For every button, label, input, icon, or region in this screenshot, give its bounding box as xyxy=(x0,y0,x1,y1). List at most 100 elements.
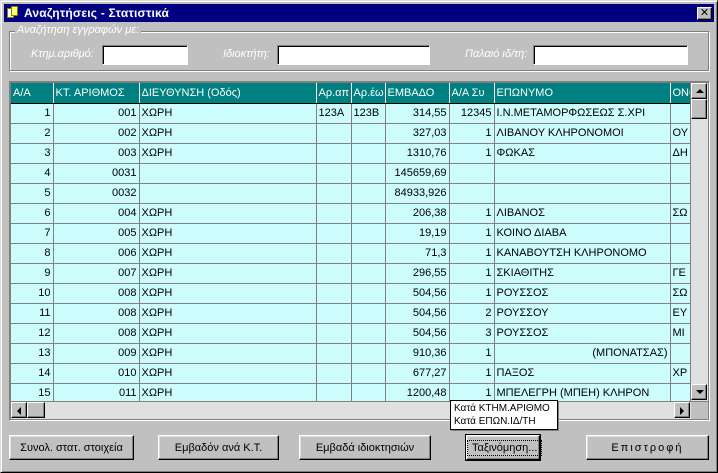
table-cell[interactable]: ΜΙ xyxy=(670,323,690,344)
table-cell[interactable] xyxy=(351,223,386,244)
table-cell[interactable] xyxy=(351,123,386,144)
table-cell[interactable]: ΡΟΥΣΣΟΣ xyxy=(494,283,671,304)
table-cell[interactable]: 9 xyxy=(11,263,54,284)
table-cell[interactable]: ΧΩΡΗ xyxy=(139,343,317,364)
scroll-up-button[interactable] xyxy=(691,83,707,99)
table-cell[interactable] xyxy=(670,103,690,124)
scroll-right-button[interactable] xyxy=(674,402,690,418)
back-button[interactable]: Επιστροφή xyxy=(586,435,709,460)
table-cell[interactable]: ΓΕ xyxy=(670,263,690,284)
table-cell[interactable] xyxy=(351,183,386,204)
table-cell[interactable]: 006 xyxy=(53,243,140,264)
column-header[interactable]: Α/Α xyxy=(11,83,54,104)
table-cell[interactable] xyxy=(316,343,352,364)
table-cell[interactable] xyxy=(316,323,352,344)
table-cell[interactable] xyxy=(351,283,386,304)
table-row[interactable]: 14 010 ΧΩΡΗ 677,27 1 ΠΑΞΟΣ ΧΡ xyxy=(11,363,690,384)
table-cell[interactable] xyxy=(316,223,352,244)
table-cell[interactable]: 008 xyxy=(53,303,140,324)
summary-stats-button[interactable]: Συνολ. στατ. στοιχεία xyxy=(9,435,134,460)
table-cell[interactable]: 15 xyxy=(11,383,54,401)
table-cell[interactable] xyxy=(670,183,690,204)
table-cell[interactable] xyxy=(351,323,386,344)
table-cell[interactable] xyxy=(351,303,386,324)
table-cell[interactable]: 1 xyxy=(449,203,495,224)
table-cell[interactable]: 3 xyxy=(449,323,495,344)
table-row[interactable]: 8 006 ΧΩΡΗ 71,3 1 ΚΑΝΑΒΟΥΤΣΗ ΚΛΗΡΟΝΟΜΟ xyxy=(11,243,690,264)
table-cell[interactable]: 14 xyxy=(11,363,54,384)
table-cell[interactable]: ΦΩΚΑΣ xyxy=(494,143,671,164)
table-cell[interactable]: 677,27 xyxy=(385,363,450,384)
column-header[interactable]: ΕΠΩΝΥΜΟ xyxy=(494,83,671,104)
table-cell[interactable]: 123Α xyxy=(316,103,352,124)
table-cell[interactable]: Ι.Ν.ΜΕΤΑΜΟΡΦΩΣΕΩΣ Σ.ΧΡΙ xyxy=(494,103,671,124)
table-cell[interactable] xyxy=(351,243,386,264)
table-cell[interactable]: 4 xyxy=(11,163,54,184)
table-cell[interactable]: ΠΑΞΟΣ xyxy=(494,363,671,384)
table-cell[interactable]: ΛΙΒΑΝΟΥ ΚΛΗΡΟΝΟΜΟΙ xyxy=(494,123,671,144)
table-cell[interactable] xyxy=(316,143,352,164)
table-cell[interactable]: ΛΙΒΑΝΟΣ xyxy=(494,203,671,224)
horizontal-scrollbar[interactable] xyxy=(11,402,691,419)
table-row[interactable]: 12 008 ΧΩΡΗ 504,56 3 ΡΟΥΣΣΟΣ ΜΙ xyxy=(11,323,690,344)
column-header[interactable]: Α/Α Συ xyxy=(449,83,495,104)
table-cell[interactable]: ΧΩΡΗ xyxy=(139,203,317,224)
table-cell[interactable]: ΧΩΡΗ xyxy=(139,283,317,304)
table-cell[interactable]: 1 xyxy=(11,103,54,124)
table-cell[interactable]: ΧΩΡΗ xyxy=(139,223,317,244)
table-cell[interactable] xyxy=(316,243,352,264)
table-cell[interactable]: ΚΟΙΝΟ ΔΙΑΒΑ xyxy=(494,223,671,244)
table-row[interactable]: 9 007 ΧΩΡΗ 296,55 1 ΣΚΙΑΘΙΤΗΣ ΓΕ xyxy=(11,263,690,284)
table-cell[interactable]: 11 xyxy=(11,303,54,324)
table-cell[interactable]: 19,19 xyxy=(385,223,450,244)
table-cell[interactable]: 13 xyxy=(11,343,54,364)
table-cell[interactable]: ΧΩΡΗ xyxy=(139,263,317,284)
table-cell[interactable]: ΣΩ xyxy=(670,203,690,224)
table-cell[interactable]: 1200,48 xyxy=(385,383,450,401)
table-row[interactable]: 15 011 ΧΩΡΗ 1200,48 1 ΜΠΕΛΕΓΡΗ (ΜΠΕΗ) ΚΛΗΡΟΝ xyxy=(11,383,690,401)
table-cell[interactable]: ΣΚΙΑΘΙΤΗΣ xyxy=(494,263,671,284)
table-cell[interactable]: 1 xyxy=(449,283,495,304)
table-cell[interactable]: 145659,69 xyxy=(385,163,450,184)
table-cell[interactable] xyxy=(316,283,352,304)
table-cell[interactable]: 1 xyxy=(449,363,495,384)
table-cell[interactable]: 504,56 xyxy=(385,283,450,304)
table-cell[interactable] xyxy=(351,343,386,364)
grid-viewport[interactable]: Α/Α ΚΤ. ΑΡΙΘΜΟΣ ΔΙΕΥΘΥΝΣΗ (Οδός) Αρ.απ Αρ.έω… xyxy=(11,83,690,401)
table-cell[interactable]: ΟΥ xyxy=(670,123,690,144)
table-row[interactable]: 1 001 ΧΩΡΗ 123Α 123Β 314,55 12345 Ι.Ν.ΜΕΤΑΜΟΡΦΩ… xyxy=(11,103,690,124)
table-cell[interactable]: 6 xyxy=(11,203,54,224)
table-cell[interactable]: ΧΩΡΗ xyxy=(139,303,317,324)
table-cell[interactable] xyxy=(316,383,352,401)
table-cell[interactable]: 1 xyxy=(449,243,495,264)
table-cell[interactable]: 1310,76 xyxy=(385,143,450,164)
table-row[interactable]: 2 002 ΧΩΡΗ 327,03 1 ΛΙΒΑΝΟΥ ΚΛΗΡΟΝΟΜΟΙ ΟΥ xyxy=(11,123,690,144)
table-cell[interactable]: 001 xyxy=(53,103,140,124)
title-bar[interactable]: Αναζητήσεις - Στατιστικά ✕ xyxy=(4,4,714,22)
table-cell[interactable]: 0031 xyxy=(53,163,140,184)
column-header[interactable]: ΕΜΒΑΔΟ xyxy=(385,83,450,104)
table-cell[interactable]: 7 xyxy=(11,223,54,244)
table-cell[interactable] xyxy=(316,203,352,224)
table-cell[interactable]: ΧΩΡΗ xyxy=(139,103,317,124)
table-cell[interactable] xyxy=(316,263,352,284)
table-cell[interactable] xyxy=(139,163,317,184)
table-cell[interactable]: ΧΩΡΗ xyxy=(139,243,317,264)
table-cell[interactable] xyxy=(670,343,690,364)
owner-areas-button[interactable]: Εμβαδά ιδιοκτησιών xyxy=(299,435,431,460)
old-owner-input[interactable] xyxy=(533,45,688,65)
table-cell[interactable] xyxy=(316,183,352,204)
table-cell[interactable]: ΕΥ xyxy=(670,303,690,324)
table-cell[interactable] xyxy=(351,363,386,384)
table-cell[interactable] xyxy=(449,183,495,204)
table-cell[interactable]: 004 xyxy=(53,203,140,224)
vertical-scrollbar[interactable] xyxy=(691,83,708,401)
table-cell[interactable]: (ΜΠΟΝΑΤΣΑΣ) xyxy=(494,343,671,364)
table-cell[interactable]: 10 xyxy=(11,283,54,304)
table-cell[interactable] xyxy=(316,303,352,324)
column-header[interactable]: Αρ.έω xyxy=(351,83,386,104)
table-row[interactable]: 7 005 ΧΩΡΗ 19,19 1 ΚΟΙΝΟ ΔΙΑΒΑ xyxy=(11,223,690,244)
table-cell[interactable]: 1 xyxy=(449,123,495,144)
table-cell[interactable] xyxy=(139,183,317,204)
table-cell[interactable]: 12 xyxy=(11,323,54,344)
